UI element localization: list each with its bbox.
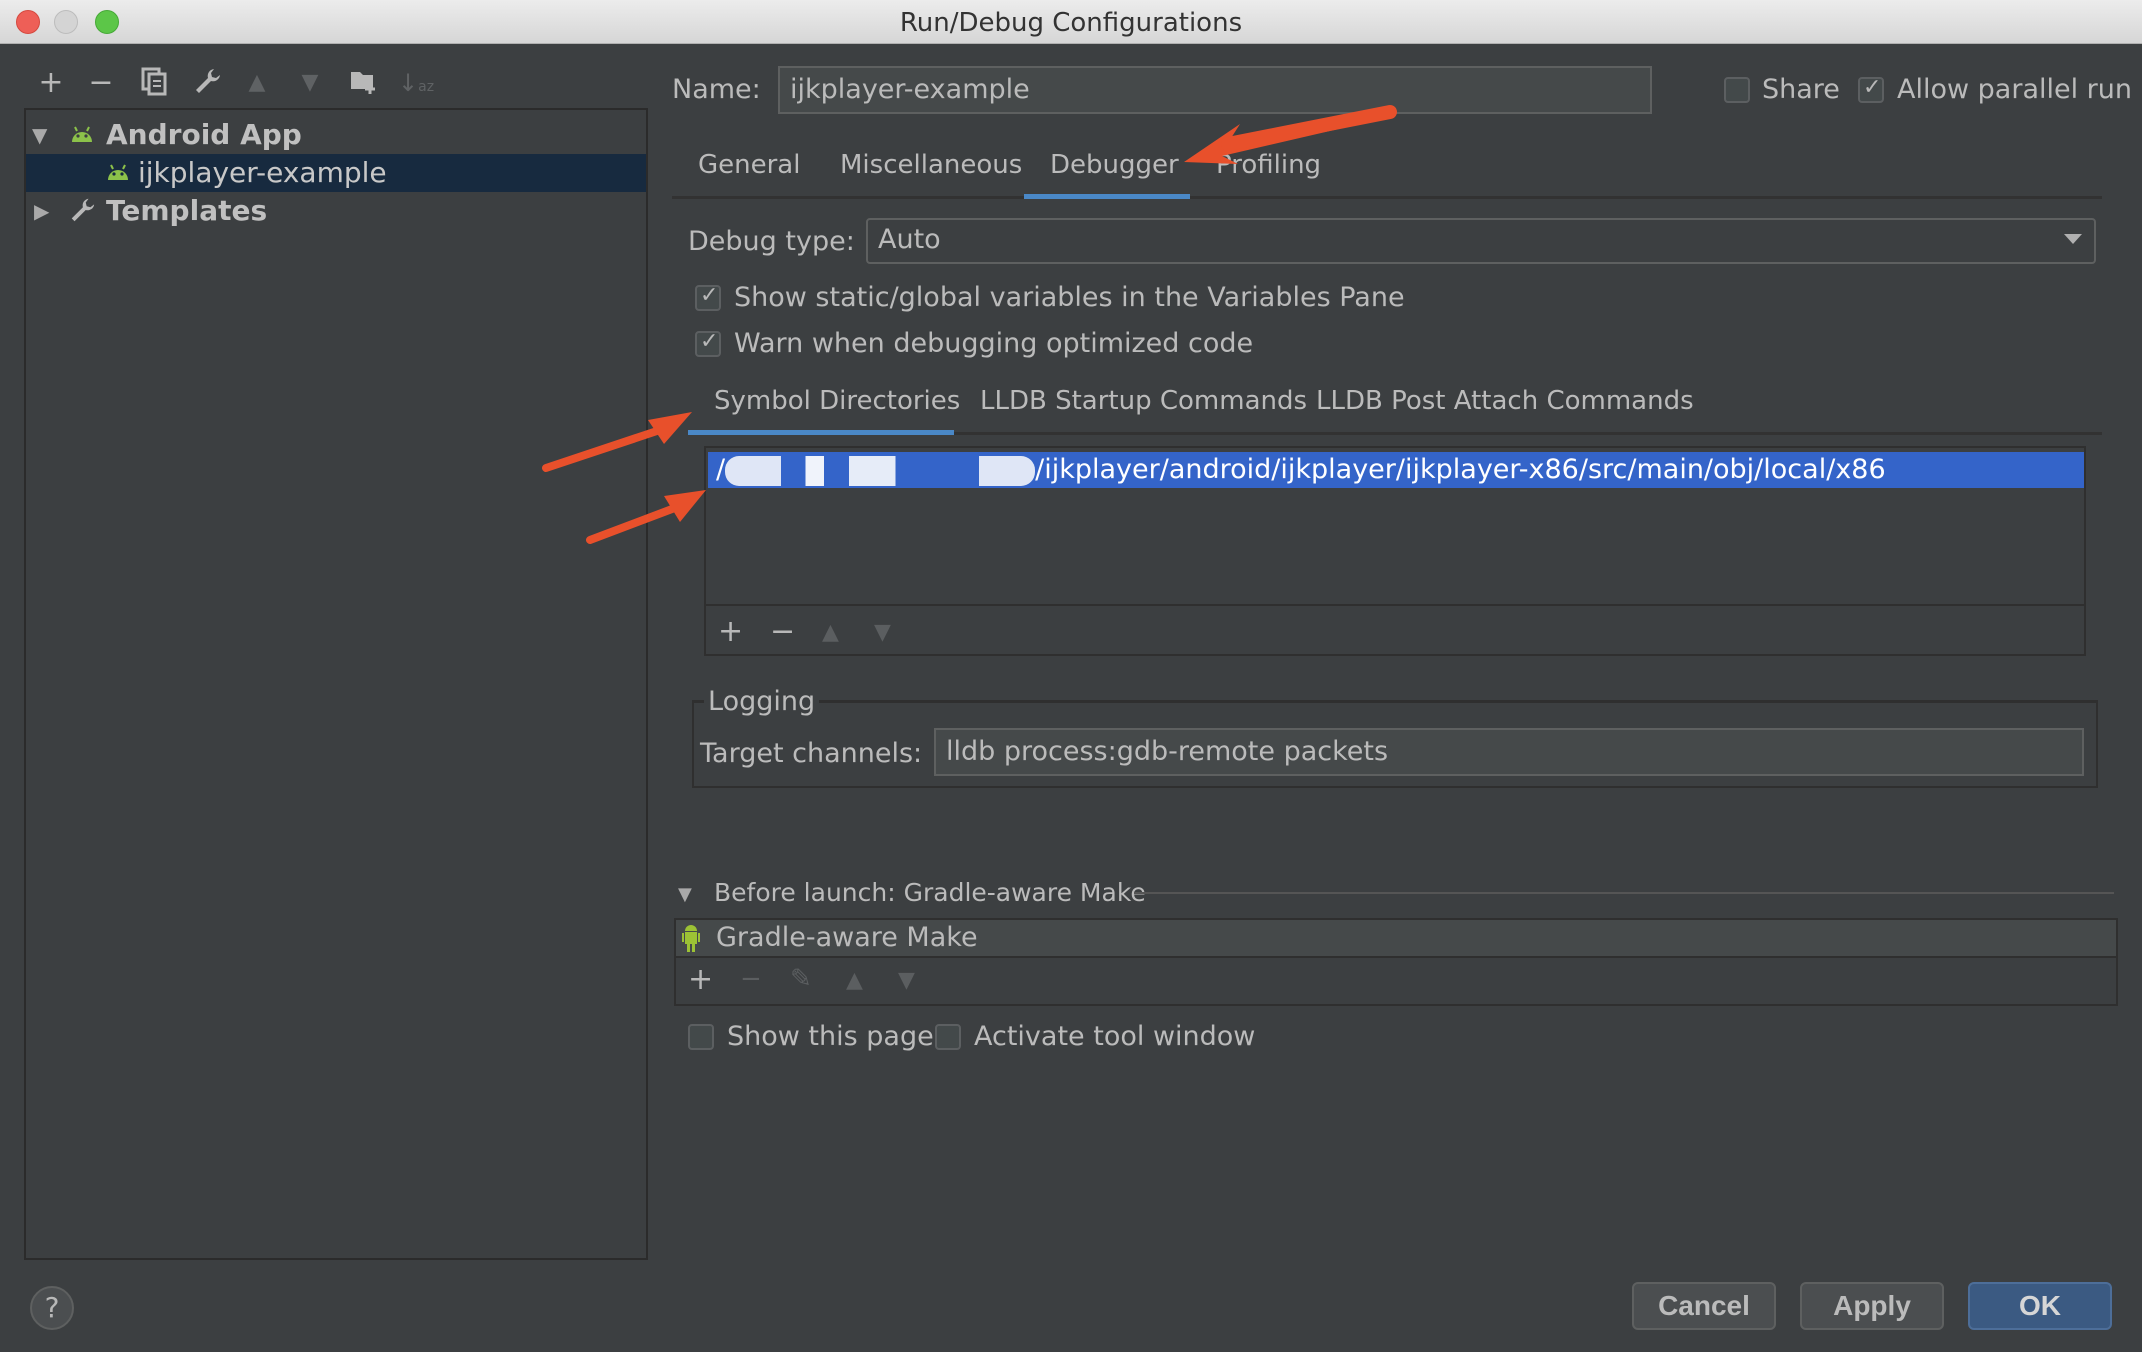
share-label: Share: [1762, 74, 1840, 105]
warn-optimized-code-label: Warn when debugging optimized code: [734, 328, 1254, 359]
active-subtab-indicator: [688, 430, 954, 435]
logging-title: Logging: [704, 686, 820, 717]
show-static-variables-label: Show static/global variables in the Vari…: [734, 282, 1405, 313]
title-bar: Run/Debug Configurations: [0, 0, 2142, 44]
collapse-arrow-icon[interactable]: ▼: [678, 884, 692, 905]
copy-icon[interactable]: [137, 66, 171, 100]
chevron-down-icon: [2064, 234, 2082, 244]
share-checkbox[interactable]: [1724, 77, 1750, 103]
subtab-symbol-directories[interactable]: Symbol Directories: [714, 386, 960, 416]
expand-arrow-icon[interactable]: ▼: [32, 116, 52, 154]
remove-directory-button[interactable]: −: [770, 614, 795, 649]
before-launch-item[interactable]: Gradle-aware Make: [674, 918, 2118, 958]
edit-task-button[interactable]: ✎: [790, 964, 812, 994]
wrench-icon[interactable]: [190, 66, 224, 100]
tab-profiling[interactable]: Profiling: [1216, 150, 1321, 180]
android-icon: [70, 126, 94, 142]
activate-tool-window-checkbox[interactable]: [935, 1024, 961, 1050]
name-input[interactable]: ijkplayer-example: [778, 66, 1652, 114]
ok-button[interactable]: OK: [1968, 1282, 2112, 1330]
target-channels-label: Target channels:: [700, 738, 923, 769]
apply-button[interactable]: Apply: [1800, 1282, 1944, 1330]
target-channels-input[interactable]: lldb process:gdb-remote packets: [934, 728, 2084, 776]
move-task-up-button[interactable]: ▲: [846, 968, 863, 993]
tree-item-ijkplayer-example[interactable]: ijkplayer-example: [26, 154, 646, 192]
move-down-icon[interactable]: ▼: [293, 66, 327, 100]
tab-debugger[interactable]: Debugger: [1050, 150, 1179, 180]
show-this-page-checkbox[interactable]: [688, 1024, 714, 1050]
tabs-divider: [672, 196, 2102, 199]
show-this-page-label: Show this page: [727, 1021, 934, 1052]
move-down-button[interactable]: ▼: [874, 620, 891, 645]
configuration-tree[interactable]: ▼ Android App ijkplayer-example ▶ Templa…: [24, 108, 648, 1260]
collapse-arrow-icon[interactable]: ▶: [34, 192, 54, 230]
cancel-button[interactable]: Cancel: [1632, 1282, 1776, 1330]
new-folder-icon[interactable]: [346, 66, 380, 100]
symbol-directory-row[interactable]: / /ijkplayer/android/ijkplayer/ijkplayer-…: [708, 452, 2084, 488]
before-launch-toolbar: + − ✎ ▲ ▼: [674, 958, 2118, 1006]
redacted-path-segment: [725, 455, 1036, 486]
allow-parallel-run-label: Allow parallel run: [1897, 74, 2133, 105]
move-task-down-button[interactable]: ▼: [898, 968, 915, 993]
show-static-variables-checkbox[interactable]: [695, 283, 721, 311]
subtab-lldb-post-attach-commands[interactable]: LLDB Post Attach Commands: [1316, 386, 1694, 416]
path-text: /ijkplayer/android/ijkplayer/ijkplayer-x…: [1035, 454, 1886, 485]
window-title: Run/Debug Configurations: [899, 8, 1243, 38]
name-label: Name:: [672, 74, 761, 105]
before-launch-divider: [1134, 892, 2114, 894]
android-robot-icon: [682, 924, 700, 961]
tree-item-templates[interactable]: ▶ Templates: [26, 192, 646, 230]
tree-item-label: Templates: [106, 194, 268, 227]
tab-miscellaneous[interactable]: Miscellaneous: [840, 150, 1022, 180]
add-directory-button[interactable]: +: [718, 614, 743, 649]
debug-type-label: Debug type:: [688, 226, 855, 257]
activate-tool-window-label: Activate tool window: [974, 1021, 1256, 1052]
symbol-list-toolbar: + − ▲ ▼: [704, 604, 2086, 656]
before-launch-title[interactable]: Before launch: Gradle-aware Make: [714, 878, 1146, 907]
debug-type-select[interactable]: Auto: [866, 218, 2096, 264]
tree-item-label: Android App: [106, 118, 302, 151]
move-up-icon[interactable]: ▲: [240, 66, 274, 100]
debug-type-value: Auto: [878, 224, 941, 255]
remove-task-button[interactable]: −: [740, 964, 762, 994]
wrench-icon: [68, 196, 96, 234]
tree-item-android-app[interactable]: ▼ Android App: [26, 116, 646, 154]
active-tab-indicator: [1024, 194, 1190, 199]
warn-optimized-code-checkbox[interactable]: [695, 329, 721, 357]
before-launch-item-label: Gradle-aware Make: [716, 922, 978, 953]
add-icon[interactable]: +: [34, 66, 68, 100]
path-prefix: /: [716, 454, 726, 485]
tab-general[interactable]: General: [698, 150, 800, 180]
subtab-lldb-startup-commands[interactable]: LLDB Startup Commands: [980, 386, 1307, 416]
add-task-button[interactable]: +: [688, 962, 713, 997]
tree-item-label: ijkplayer-example: [138, 156, 387, 189]
move-up-button[interactable]: ▲: [822, 620, 839, 645]
sort-alpha-icon[interactable]: ↓az: [398, 66, 434, 100]
help-button[interactable]: ?: [30, 1286, 74, 1330]
allow-parallel-run-checkbox[interactable]: [1858, 75, 1884, 103]
android-icon: [106, 164, 130, 180]
remove-icon[interactable]: −: [84, 66, 118, 100]
